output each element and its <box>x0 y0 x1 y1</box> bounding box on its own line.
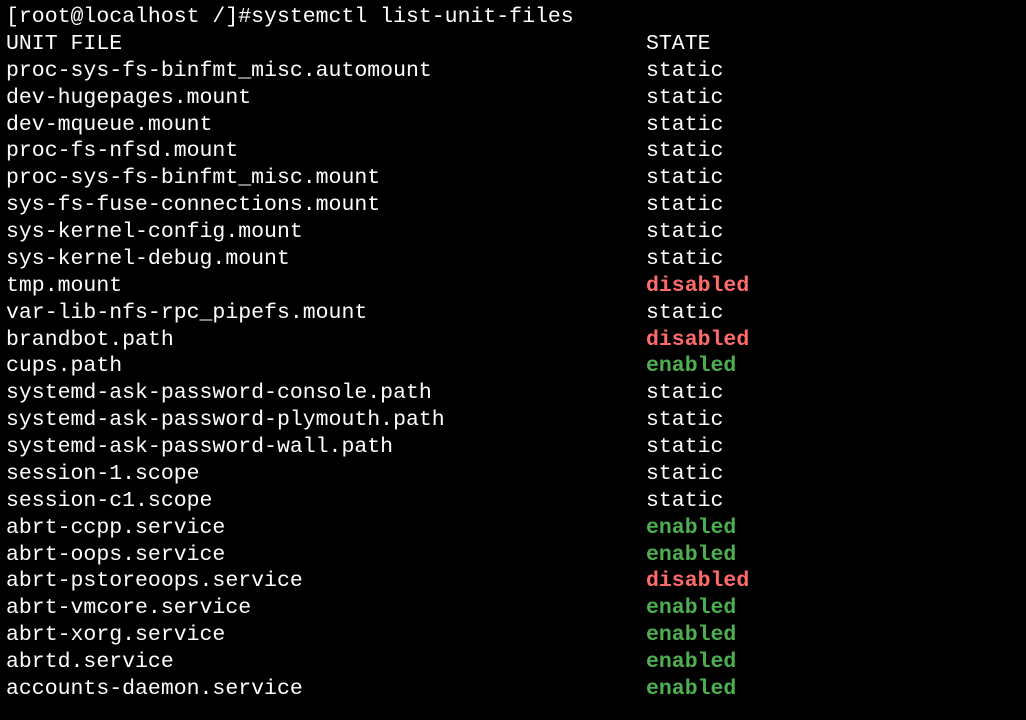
unit-state: static <box>646 434 723 461</box>
unit-state: static <box>646 192 723 219</box>
table-row: sys-fs-fuse-connections.mountstatic <box>6 192 1020 219</box>
unit-state: static <box>646 165 723 192</box>
unit-file-name: tmp.mount <box>6 273 646 300</box>
unit-file-name: session-1.scope <box>6 461 646 488</box>
table-row: cups.pathenabled <box>6 353 1020 380</box>
table-row: abrt-xorg.serviceenabled <box>6 622 1020 649</box>
table-header: UNIT FILE STATE <box>6 31 1020 58</box>
unit-state: static <box>646 461 723 488</box>
unit-file-name: var-lib-nfs-rpc_pipefs.mount <box>6 300 646 327</box>
table-row: abrt-ccpp.serviceenabled <box>6 515 1020 542</box>
unit-state: enabled <box>646 676 736 703</box>
unit-state: static <box>646 488 723 515</box>
table-body: proc-sys-fs-binfmt_misc.automountstaticd… <box>6 58 1020 703</box>
unit-state: disabled <box>646 568 749 595</box>
table-row: abrt-vmcore.serviceenabled <box>6 595 1020 622</box>
unit-file-name: abrt-ccpp.service <box>6 515 646 542</box>
unit-state: enabled <box>646 622 736 649</box>
unit-file-name: dev-hugepages.mount <box>6 85 646 112</box>
command-prompt-line: [root@localhost /]# systemctl list-unit-… <box>6 4 1020 31</box>
table-row: sys-kernel-debug.mountstatic <box>6 246 1020 273</box>
unit-file-name: abrtd.service <box>6 649 646 676</box>
command-text: systemctl list-unit-files <box>251 4 574 31</box>
unit-state: static <box>646 380 723 407</box>
unit-state: static <box>646 112 723 139</box>
header-unit-file: UNIT FILE <box>6 31 646 58</box>
unit-file-name: sys-fs-fuse-connections.mount <box>6 192 646 219</box>
unit-file-name: systemd-ask-password-console.path <box>6 380 646 407</box>
unit-file-name: abrt-vmcore.service <box>6 595 646 622</box>
unit-file-name: sys-kernel-config.mount <box>6 219 646 246</box>
unit-file-name: sys-kernel-debug.mount <box>6 246 646 273</box>
unit-file-name: accounts-daemon.service <box>6 676 646 703</box>
table-row: proc-sys-fs-binfmt_misc.automountstatic <box>6 58 1020 85</box>
unit-state: enabled <box>646 542 736 569</box>
unit-state: static <box>646 219 723 246</box>
unit-state: enabled <box>646 515 736 542</box>
unit-state: static <box>646 85 723 112</box>
table-row: abrtd.serviceenabled <box>6 649 1020 676</box>
table-row: abrt-oops.serviceenabled <box>6 542 1020 569</box>
header-state: STATE <box>646 31 711 58</box>
unit-file-name: cups.path <box>6 353 646 380</box>
unit-file-name: abrt-pstoreoops.service <box>6 568 646 595</box>
table-row: session-c1.scopestatic <box>6 488 1020 515</box>
table-row: proc-sys-fs-binfmt_misc.mountstatic <box>6 165 1020 192</box>
table-row: dev-hugepages.mountstatic <box>6 85 1020 112</box>
table-row: tmp.mountdisabled <box>6 273 1020 300</box>
unit-state: disabled <box>646 273 749 300</box>
table-row: var-lib-nfs-rpc_pipefs.mountstatic <box>6 300 1020 327</box>
unit-file-name: abrt-xorg.service <box>6 622 646 649</box>
unit-state: enabled <box>646 595 736 622</box>
unit-state: static <box>646 407 723 434</box>
unit-state: static <box>646 246 723 273</box>
unit-file-name: session-c1.scope <box>6 488 646 515</box>
table-row: sys-kernel-config.mountstatic <box>6 219 1020 246</box>
unit-state: static <box>646 300 723 327</box>
unit-state: disabled <box>646 327 749 354</box>
unit-state: enabled <box>646 353 736 380</box>
table-row: brandbot.pathdisabled <box>6 327 1020 354</box>
unit-file-name: systemd-ask-password-plymouth.path <box>6 407 646 434</box>
table-row: systemd-ask-password-console.pathstatic <box>6 380 1020 407</box>
table-row: abrt-pstoreoops.servicedisabled <box>6 568 1020 595</box>
unit-file-name: systemd-ask-password-wall.path <box>6 434 646 461</box>
table-row: systemd-ask-password-wall.pathstatic <box>6 434 1020 461</box>
table-row: proc-fs-nfsd.mountstatic <box>6 138 1020 165</box>
table-row: accounts-daemon.serviceenabled <box>6 676 1020 703</box>
unit-file-name: proc-sys-fs-binfmt_misc.automount <box>6 58 646 85</box>
unit-file-name: proc-sys-fs-binfmt_misc.mount <box>6 165 646 192</box>
shell-prompt: [root@localhost /]# <box>6 4 251 31</box>
unit-state: static <box>646 138 723 165</box>
table-row: systemd-ask-password-plymouth.pathstatic <box>6 407 1020 434</box>
unit-state: enabled <box>646 649 736 676</box>
unit-file-name: abrt-oops.service <box>6 542 646 569</box>
unit-file-name: proc-fs-nfsd.mount <box>6 138 646 165</box>
unit-state: static <box>646 58 723 85</box>
table-row: session-1.scopestatic <box>6 461 1020 488</box>
table-row: dev-mqueue.mountstatic <box>6 112 1020 139</box>
unit-file-name: brandbot.path <box>6 327 646 354</box>
unit-file-name: dev-mqueue.mount <box>6 112 646 139</box>
